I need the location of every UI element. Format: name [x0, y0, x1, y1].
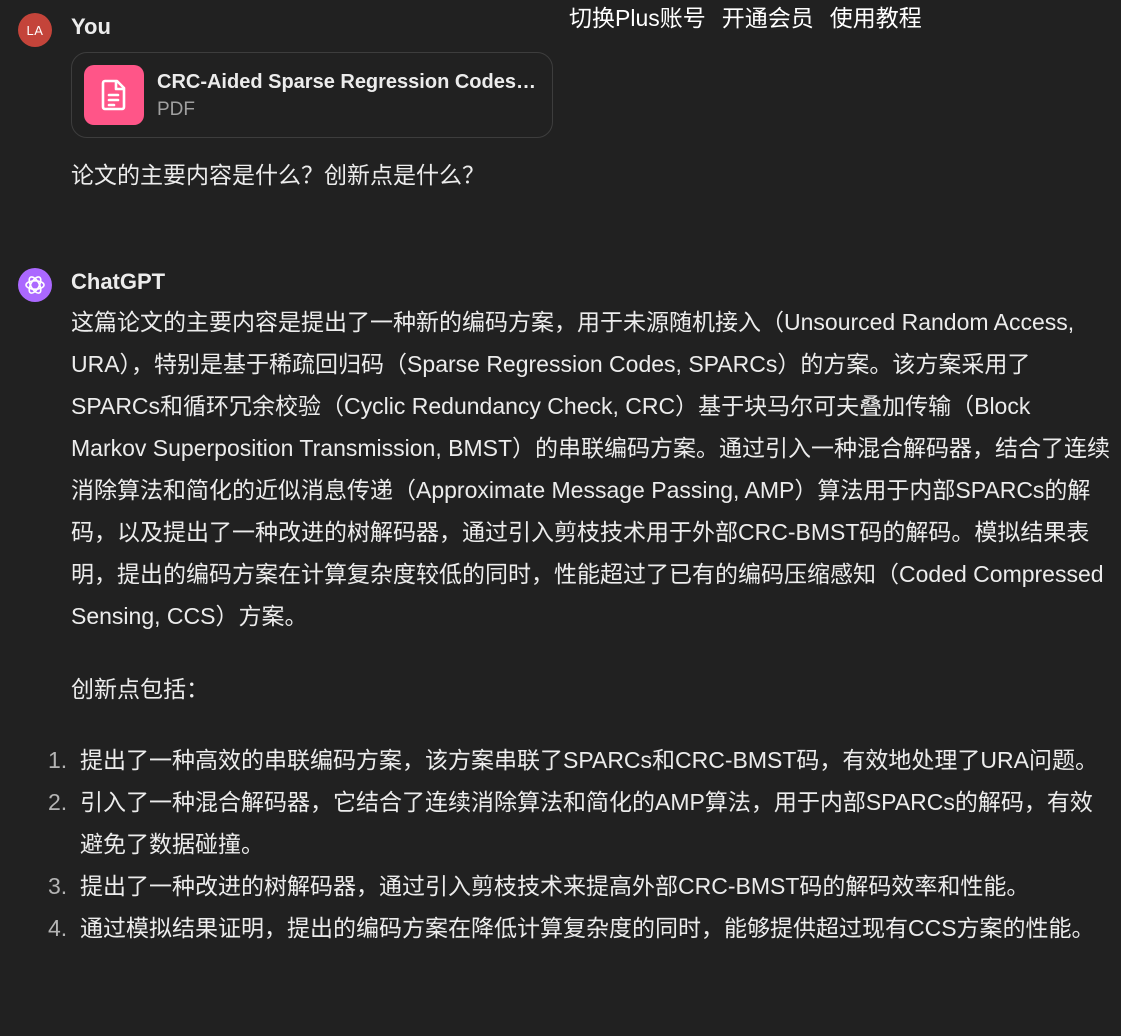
list-item: 1. 提出了一种高效的串联编码方案，该方案串联了SPARCs和CRC-BMST码… — [48, 739, 1111, 781]
list-item: 3. 提出了一种改进的树解码器，通过引入剪枝技术来提高外部CRC-BMST码的解… — [48, 865, 1111, 907]
file-meta: CRC-Aided Sparse Regression Codes f... P… — [157, 69, 537, 122]
tutorial-link[interactable]: 使用教程 — [830, 3, 922, 33]
list-item-number: 4. — [48, 915, 68, 941]
user-avatar-initials: LA — [26, 22, 44, 38]
top-links: 切换Plus账号 开通会员 使用教程 — [569, 3, 922, 33]
chat-page: 切换Plus账号 开通会员 使用教程 LA You CRC-Aided Spar… — [0, 0, 1121, 1036]
list-item-text: 引入了一种混合解码器，它结合了连续消除算法和简化的AMP算法，用于内部SPARC… — [80, 789, 1093, 857]
openai-logo-icon — [18, 268, 52, 302]
user-name: You — [71, 14, 111, 39]
file-type: PDF — [157, 98, 195, 120]
innovations-heading: 创新点包括： — [71, 676, 209, 702]
list-item-text: 提出了一种高效的串联编码方案，该方案串联了SPARCs和CRC-BMST码，有效… — [80, 747, 1098, 773]
switch-plus-account-link[interactable]: 切换Plus账号 — [569, 3, 706, 33]
user-avatar: LA — [18, 13, 52, 47]
pdf-attachment-card[interactable]: CRC-Aided Sparse Regression Codes f... P… — [71, 52, 553, 138]
list-item-text: 通过模拟结果证明，提出的编码方案在降低计算复杂度的同时，能够提供超过现有CCS方… — [80, 915, 1095, 941]
list-item: 2. 引入了一种混合解码器，它结合了连续消除算法和简化的AMP算法，用于内部SP… — [48, 781, 1111, 865]
list-item-number: 2. — [48, 789, 68, 815]
assistant-name: ChatGPT — [71, 269, 166, 294]
list-item-number: 3. — [48, 873, 68, 899]
list-item: 4. 通过模拟结果证明，提出的编码方案在降低计算复杂度的同时，能够提供超过现有C… — [48, 907, 1111, 949]
assistant-paragraph: 这篇论文的主要内容是提出了一种新的编码方案，用于未源随机接入（Unsourced… — [71, 309, 1110, 629]
list-item-text: 提出了一种改进的树解码器，通过引入剪枝技术来提高外部CRC-BMST码的解码效率… — [80, 873, 1030, 899]
user-message: 论文的主要内容是什么？创新点是什么？ — [71, 162, 485, 188]
list-item-number: 1. — [48, 747, 68, 773]
document-icon — [84, 65, 144, 125]
open-membership-link[interactable]: 开通会员 — [722, 3, 814, 33]
file-name: CRC-Aided Sparse Regression Codes f... — [157, 70, 537, 93]
innovation-list: 1. 提出了一种高效的串联编码方案，该方案串联了SPARCs和CRC-BMST码… — [48, 739, 1111, 949]
